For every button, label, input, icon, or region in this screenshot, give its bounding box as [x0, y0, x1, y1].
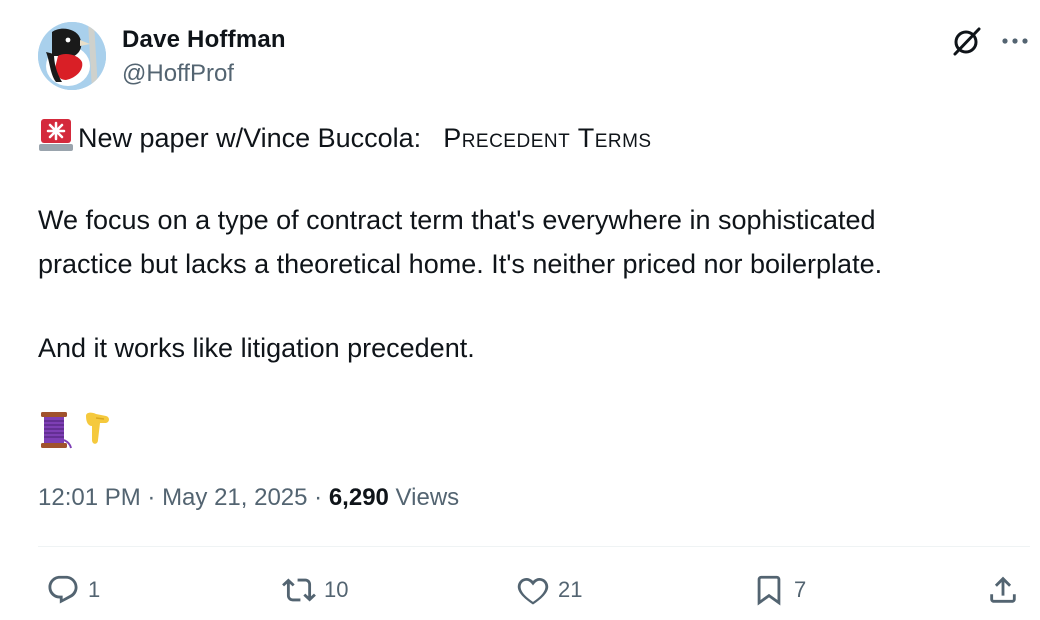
emoji-row — [38, 410, 118, 454]
tweet-card: Dave Hoffman @HoffProf New paper w/Vince… — [0, 0, 1040, 620]
divider — [38, 546, 1030, 547]
more-icon[interactable] — [1000, 26, 1030, 56]
reply-icon — [48, 575, 78, 604]
tweet-line-3: practice but lacks a theoretical home. I… — [38, 249, 883, 279]
thread-spool-emoji — [41, 412, 72, 449]
repost-button[interactable]: 10 — [282, 570, 348, 610]
share-icon — [990, 576, 1016, 603]
like-count: 21 — [558, 577, 583, 602]
meta-separator: · — [307, 484, 329, 511]
bookmark-icon — [757, 575, 781, 606]
like-icon — [517, 577, 549, 605]
meta-separator: · — [140, 484, 163, 511]
repost-count: 10 — [324, 577, 349, 602]
pointing-down-emoji — [86, 412, 110, 444]
views-count: 6,290 — [328, 484, 389, 511]
repost-icon — [282, 578, 316, 602]
reply-button[interactable]: 1 — [46, 570, 100, 610]
author-name[interactable]: Dave Hoffman — [122, 26, 286, 54]
like-button[interactable]: 21 — [516, 570, 582, 610]
views-label: Views — [388, 484, 460, 511]
grok-icon[interactable] — [950, 24, 984, 58]
rotating-light-emoji — [39, 119, 73, 151]
bird-avatar-image — [38, 22, 106, 90]
tweet-time[interactable]: 12:01 PM — [38, 484, 141, 511]
bookmark-button[interactable]: 7 — [752, 570, 806, 610]
tweet-date[interactable]: May 21, 2025 — [162, 484, 307, 511]
reply-count: 1 — [88, 577, 101, 602]
tweet-line-1-prefix: New paper w/Vince Buccola: — [78, 123, 422, 153]
share-button[interactable] — [986, 570, 1020, 610]
avatar[interactable] — [38, 22, 106, 90]
tweet-line-4: And it works like litigation precedent. — [38, 333, 475, 363]
tweet-line-2: We focus on a type of contract term that… — [38, 205, 876, 235]
paper-title: Precedent Terms — [443, 123, 652, 153]
tweet-line-1: New paper w/Vince Buccola: Precedent Term… — [38, 116, 652, 160]
bookmark-count: 7 — [794, 577, 807, 602]
author-handle[interactable]: @HoffProf — [122, 60, 234, 88]
tweet-meta: 12:01 PM · May 21, 2025 · 6,290 Views — [38, 484, 459, 512]
